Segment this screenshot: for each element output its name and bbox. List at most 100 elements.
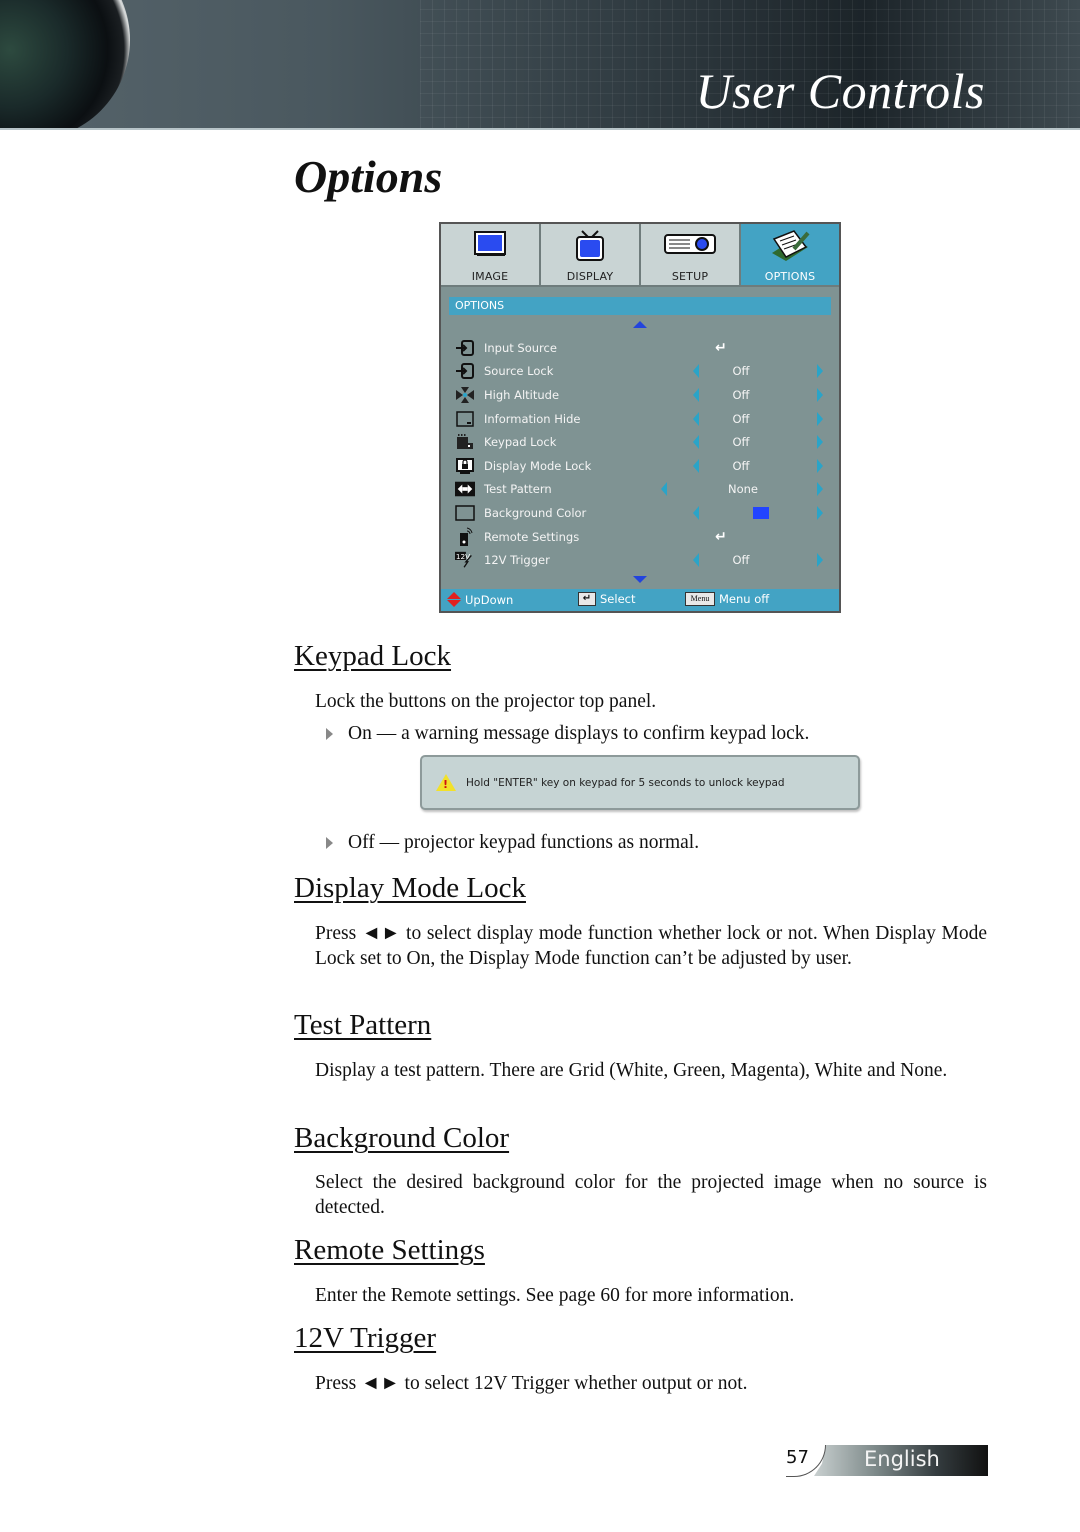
arrow-left-icon[interactable] <box>693 505 699 520</box>
osd-item-display-mode-lock[interactable]: Display Mode Lock Off <box>441 454 839 478</box>
osd-item-value: Off <box>732 458 750 473</box>
arrow-left-icon[interactable] <box>693 435 699 450</box>
arrow-left-icon[interactable] <box>693 553 699 568</box>
osd-item-keypad-lock[interactable]: Keypad Lock Off <box>441 430 839 454</box>
bullet-triangle-icon <box>326 728 333 740</box>
osd-item-input-source[interactable]: Input Source ↵ <box>441 336 839 360</box>
page-footer: 57 English <box>786 1445 988 1477</box>
osd-item-source-lock[interactable]: Source Lock Off <box>441 360 839 384</box>
projector-icon <box>662 229 718 263</box>
osd-item-value: Off <box>732 364 750 379</box>
color-swatch <box>753 506 769 519</box>
notepad-pencil-icon <box>768 229 812 267</box>
heading-display-mode-lock: Display Mode Lock <box>294 872 526 904</box>
tab-image[interactable]: IMAGE <box>441 224 541 285</box>
heading-background-color: Background Color <box>294 1122 510 1154</box>
arrow-left-icon[interactable] <box>661 482 667 497</box>
arrow-left-icon[interactable] <box>693 364 699 379</box>
arrow-left-icon[interactable] <box>693 411 699 426</box>
osd-item-label: Display Mode Lock <box>484 458 592 473</box>
arrow-right-icon[interactable] <box>817 387 823 402</box>
heading-remote-settings: Remote Settings <box>294 1234 485 1266</box>
osd-item-label: High Altitude <box>484 387 560 402</box>
osd-item-label: Background Color <box>484 505 587 520</box>
osd-item-high-altitude[interactable]: High Altitude Off <box>441 383 839 407</box>
section-title: User Controls <box>695 63 985 119</box>
menu-off-label: Menu off <box>719 592 770 606</box>
arrow-right-icon[interactable] <box>817 435 823 450</box>
scroll-up-arrow-icon[interactable] <box>633 321 647 328</box>
bullet-keypad-on: On — a warning message displays to confi… <box>326 723 809 745</box>
tab-display[interactable]: DISPLAY <box>541 224 641 285</box>
tab-label: IMAGE <box>471 270 509 283</box>
bullet-keypad-off: Off — projector keypad functions as norm… <box>326 832 699 854</box>
keypad-lock-intro: Lock the buttons on the projector top pa… <box>315 691 657 712</box>
osd-item-value: Off <box>732 387 750 402</box>
tab-label: SETUP <box>671 270 709 283</box>
menu-off-hint: Menu Menu off <box>685 592 769 606</box>
bullet-text: On — a warning message displays to confi… <box>348 723 810 744</box>
arrow-right-icon[interactable] <box>817 553 823 568</box>
osd-item-background-color[interactable]: Background Color <box>441 501 839 525</box>
arrow-right-icon[interactable] <box>817 505 823 520</box>
menu-key-icon: Menu <box>685 592 715 606</box>
heading-keypad-lock: Keypad Lock <box>294 640 452 672</box>
tab-options[interactable]: OPTIONS <box>741 224 839 285</box>
test-pattern-text: Display a test pattern. There are Grid (… <box>315 1060 948 1081</box>
osd-item-value: None <box>727 482 759 497</box>
scroll-down-arrow-icon[interactable] <box>633 576 647 583</box>
arrow-right-icon[interactable] <box>817 411 823 426</box>
input-source-icon <box>455 339 475 357</box>
source-lock-icon <box>455 362 475 380</box>
bullet-triangle-icon <box>326 837 333 849</box>
display-mode-lock-text: Press ◄► to select display mode function… <box>315 923 987 969</box>
information-hide-icon <box>455 410 475 428</box>
fan-icon <box>455 386 475 404</box>
language-label: English <box>864 1447 940 1471</box>
tab-label: DISPLAY <box>566 270 614 283</box>
osd-item-label: Source Lock <box>484 364 554 379</box>
osd-item-label: Input Source <box>484 340 557 355</box>
keypad-icon <box>455 433 475 451</box>
osd-item-value: Off <box>732 553 750 568</box>
osd-item-value: Off <box>732 411 750 426</box>
osd-tabs: IMAGE DISPLAY SETUP OPTIONS <box>441 224 839 287</box>
projector-lens-icon <box>0 0 130 130</box>
osd-section-bar: OPTIONS <box>449 297 831 315</box>
bullet-text: Off — projector keypad functions as norm… <box>348 832 700 853</box>
tab-label: OPTIONS <box>764 270 816 283</box>
page-title: Options <box>294 151 443 202</box>
arrow-left-icon[interactable] <box>693 387 699 402</box>
display-tv-icon <box>572 229 608 267</box>
image-icon <box>472 229 508 263</box>
select-hint: ↵ Select <box>578 592 635 606</box>
osd-item-label: 12V Trigger <box>484 553 550 568</box>
osd-item-remote-settings[interactable]: Remote Settings ↵ <box>441 525 839 549</box>
tab-setup[interactable]: SETUP <box>641 224 741 285</box>
arrow-left-icon[interactable] <box>693 458 699 473</box>
header-banner: User Controls <box>0 0 1080 130</box>
select-label: Select <box>600 592 636 606</box>
arrow-right-icon[interactable] <box>817 364 823 379</box>
display-mode-lock-icon <box>455 457 475 475</box>
enter-key-icon: ↵ <box>578 592 596 606</box>
keypad-warning-message: ! Hold "ENTER" key on keypad for 5 secon… <box>420 755 860 810</box>
arrow-right-icon[interactable] <box>817 458 823 473</box>
page-number: 57 <box>786 1447 809 1468</box>
osd-item-label: Test Pattern <box>484 482 552 497</box>
background-color-text: Select the desired background color for … <box>315 1172 987 1218</box>
osd-item-information-hide[interactable]: Information Hide Off <box>441 407 839 431</box>
remote-icon <box>455 527 475 546</box>
arrow-right-icon[interactable] <box>817 482 823 497</box>
banner-divider <box>0 128 1080 130</box>
enter-icon: ↵ <box>715 339 727 356</box>
warning-text: Hold "ENTER" key on keypad for 5 seconds… <box>466 776 785 789</box>
osd-item-test-pattern[interactable]: Test Pattern None <box>441 478 839 502</box>
osd-item-label: Remote Settings <box>484 529 580 544</box>
osd-item-label: Information Hide <box>484 411 581 426</box>
heading-test-pattern: Test Pattern <box>294 1009 432 1041</box>
test-pattern-icon <box>455 480 475 498</box>
background-color-icon <box>455 504 475 522</box>
osd-item-12v-trigger[interactable]: 12V 12V Trigger Off <box>441 548 839 572</box>
osd-item-value: Off <box>732 435 750 450</box>
